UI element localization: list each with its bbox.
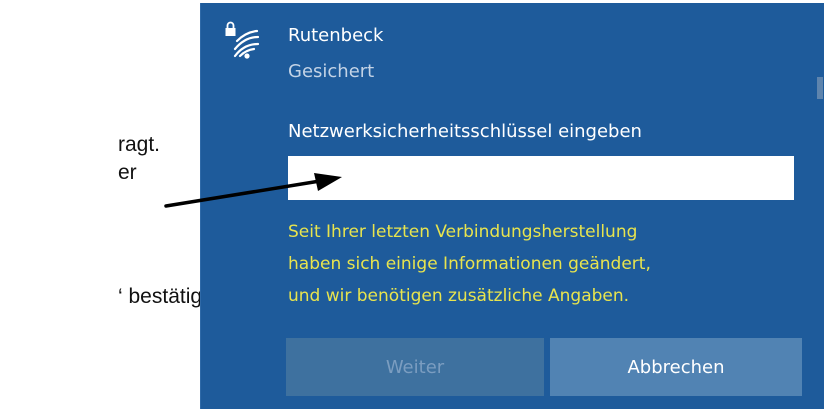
next-button[interactable]: Weiter <box>286 338 544 396</box>
document-text-line-1: ragt. <box>118 133 161 156</box>
security-key-label: Netzwerksicherheitsschlüssel eingeben <box>288 121 642 142</box>
screenshot-page: ragt. er ‘ bestätigen. Rutenbeck Gesiche… <box>0 0 824 411</box>
document-text-line-2: er <box>118 161 137 184</box>
security-key-input[interactable] <box>288 156 794 200</box>
scrollbar-thumb[interactable] <box>817 77 823 99</box>
cancel-button[interactable]: Abbrechen <box>550 338 802 396</box>
warning-message: Seit Ihrer letzten Verbindungsherstellun… <box>288 216 808 312</box>
warning-message-line: und wir benötigen zusätzliche Angaben. <box>288 286 630 306</box>
wifi-secured-icon <box>225 21 260 59</box>
network-name: Rutenbeck <box>288 25 384 46</box>
wifi-connect-panel: Rutenbeck Gesichert Netzwerksicherheitss… <box>200 3 824 409</box>
warning-message-line: haben sich einige Informationen geändert… <box>288 254 651 274</box>
warning-message-line: Seit Ihrer letzten Verbindungsherstellun… <box>288 222 638 242</box>
network-status: Gesichert <box>288 61 375 82</box>
